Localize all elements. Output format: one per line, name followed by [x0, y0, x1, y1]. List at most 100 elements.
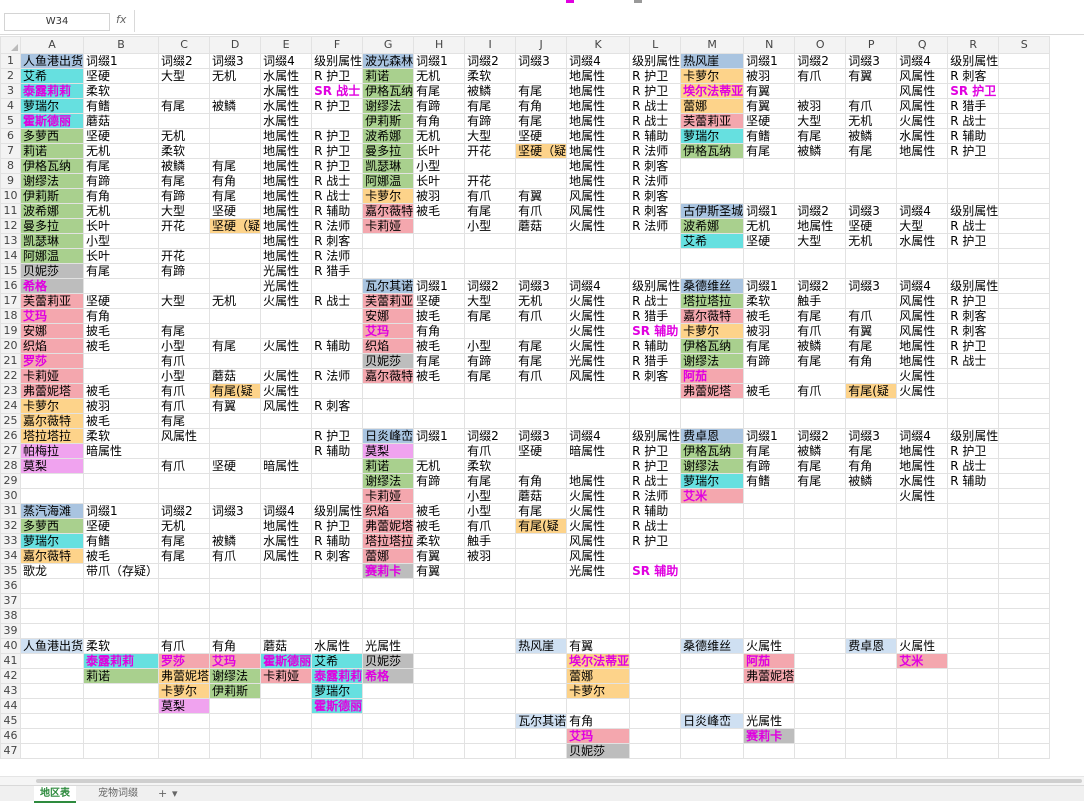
cell-j31[interactable]: 有尾	[515, 503, 568, 519]
cell-g18[interactable]: 安娜	[362, 308, 415, 324]
cell-a21[interactable]: 罗莎	[19, 353, 85, 369]
formula-input[interactable]	[134, 10, 1083, 32]
cell-r6[interactable]: R 辅助	[947, 128, 1000, 144]
cell-g31[interactable]: 织焰	[362, 503, 415, 519]
cell-g37[interactable]	[362, 593, 415, 609]
cell-d5[interactable]	[209, 113, 262, 129]
cell-a7[interactable]: 莉诺	[19, 143, 85, 159]
cell-q24[interactable]	[896, 398, 949, 414]
cell-l30[interactable]: R 法师	[629, 488, 682, 504]
cell-o8[interactable]	[794, 158, 847, 174]
cell-d14[interactable]	[209, 248, 262, 264]
cell-l29[interactable]: R 战士	[629, 473, 682, 489]
cell-k16[interactable]: 词缀4	[566, 278, 631, 294]
cell-b33[interactable]: 有鳍	[83, 533, 160, 549]
cell-r5[interactable]: R 战士	[947, 113, 1000, 129]
cell-h4[interactable]: 有蹄	[413, 98, 466, 114]
cell-p16[interactable]: 词缀3	[845, 278, 898, 294]
cell-j42[interactable]	[515, 668, 568, 684]
cell-m14[interactable]	[680, 248, 745, 264]
cell-l47[interactable]	[629, 743, 682, 759]
cell-n2[interactable]: 被羽	[743, 68, 796, 84]
cell-b31[interactable]: 词缀1	[83, 503, 160, 519]
cell-k25[interactable]	[566, 413, 631, 429]
cell-h36[interactable]	[413, 578, 466, 594]
cell-c29[interactable]	[158, 473, 211, 489]
cell-a1[interactable]: 人鱼港出货	[19, 53, 85, 69]
cell-h46[interactable]	[413, 728, 466, 744]
row-header[interactable]: 8	[0, 158, 21, 174]
cell-r47[interactable]	[947, 743, 1000, 759]
cell-h2[interactable]: 无机	[413, 68, 466, 84]
cell-m25[interactable]	[680, 413, 745, 429]
cell-s33[interactable]	[998, 533, 1051, 549]
sheet-menu-chevron-icon[interactable]: ▾	[172, 786, 178, 801]
cell-a4[interactable]: 萝瑞尔	[19, 98, 85, 114]
cell-n46[interactable]: 赛莉卡	[743, 728, 796, 744]
row-header[interactable]: 47	[0, 743, 21, 759]
row-header[interactable]: 32	[0, 518, 21, 534]
cell-j32[interactable]: 有尾(疑	[515, 518, 568, 534]
cell-p33[interactable]	[845, 533, 898, 549]
cell-h35[interactable]: 有翼	[413, 563, 466, 579]
cell-l7[interactable]: R 法师	[629, 143, 682, 159]
cell-f2[interactable]: R 护卫	[311, 68, 364, 84]
cell-c43[interactable]: 卡萝尔	[158, 683, 211, 699]
cell-k19[interactable]: 火属性	[566, 323, 631, 339]
cell-h20[interactable]: 被毛	[413, 338, 466, 354]
cell-k22[interactable]: 风属性	[566, 368, 631, 384]
cell-b12[interactable]: 长叶	[83, 218, 160, 234]
cell-s32[interactable]	[998, 518, 1051, 534]
cell-b32[interactable]: 坚硬	[83, 518, 160, 534]
cell-d11[interactable]: 坚硬	[209, 203, 262, 219]
cell-q23[interactable]: 火属性	[896, 383, 949, 399]
cell-n42[interactable]: 弗蕾妮塔	[743, 668, 796, 684]
cell-d24[interactable]: 有翼	[209, 398, 262, 414]
cell-k26[interactable]: 词缀4	[566, 428, 631, 444]
cell-l36[interactable]	[629, 578, 682, 594]
cell-l5[interactable]: R 战士	[629, 113, 682, 129]
cell-r12[interactable]: R 战士	[947, 218, 1000, 234]
cell-s47[interactable]	[998, 743, 1051, 759]
cell-h40[interactable]	[413, 638, 466, 654]
name-box[interactable]: W34	[4, 13, 110, 31]
cell-o33[interactable]	[794, 533, 847, 549]
cell-c15[interactable]: 有蹄	[158, 263, 211, 279]
cell-g2[interactable]: 莉诺	[362, 68, 415, 84]
cell-n12[interactable]: 无机	[743, 218, 796, 234]
cell-p20[interactable]: 有尾	[845, 338, 898, 354]
cell-a27[interactable]: 帕梅拉	[19, 443, 85, 459]
cell-q1[interactable]: 词缀4	[896, 53, 949, 69]
cell-o22[interactable]	[794, 368, 847, 384]
cell-n28[interactable]: 有蹄	[743, 458, 796, 474]
row-header[interactable]: 9	[0, 173, 21, 189]
row-header[interactable]: 21	[0, 353, 21, 369]
cell-s10[interactable]	[998, 188, 1051, 204]
cell-b21[interactable]	[83, 353, 160, 369]
cell-i41[interactable]	[464, 653, 517, 669]
cell-a29[interactable]	[19, 473, 85, 489]
cell-n19[interactable]: 被羽	[743, 323, 796, 339]
cell-r17[interactable]: R 护卫	[947, 293, 1000, 309]
cell-q37[interactable]	[896, 593, 949, 609]
cell-g44[interactable]	[362, 698, 415, 714]
cell-a3[interactable]: 泰露莉莉	[19, 83, 85, 99]
cell-g33[interactable]: 塔拉塔拉	[362, 533, 415, 549]
cell-a23[interactable]: 弗蕾妮塔	[19, 383, 85, 399]
cell-i2[interactable]: 柔软	[464, 68, 517, 84]
cell-a9[interactable]: 谢缪法	[19, 173, 85, 189]
cell-o45[interactable]	[794, 713, 847, 729]
cell-c23[interactable]: 有爪	[158, 383, 211, 399]
cell-g30[interactable]: 卡莉娅	[362, 488, 415, 504]
cell-l21[interactable]: R 猎手	[629, 353, 682, 369]
cell-s8[interactable]	[998, 158, 1051, 174]
cell-m2[interactable]: 卡萝尔	[680, 68, 745, 84]
cell-k47[interactable]: 贝妮莎	[566, 743, 631, 759]
cell-s25[interactable]	[998, 413, 1051, 429]
cell-r8[interactable]	[947, 158, 1000, 174]
cell-r2[interactable]: R 刺客	[947, 68, 1000, 84]
cell-h47[interactable]	[413, 743, 466, 759]
cell-h31[interactable]: 被毛	[413, 503, 466, 519]
cell-s27[interactable]	[998, 443, 1051, 459]
cell-m3[interactable]: 埃尔法蒂亚	[680, 83, 745, 99]
